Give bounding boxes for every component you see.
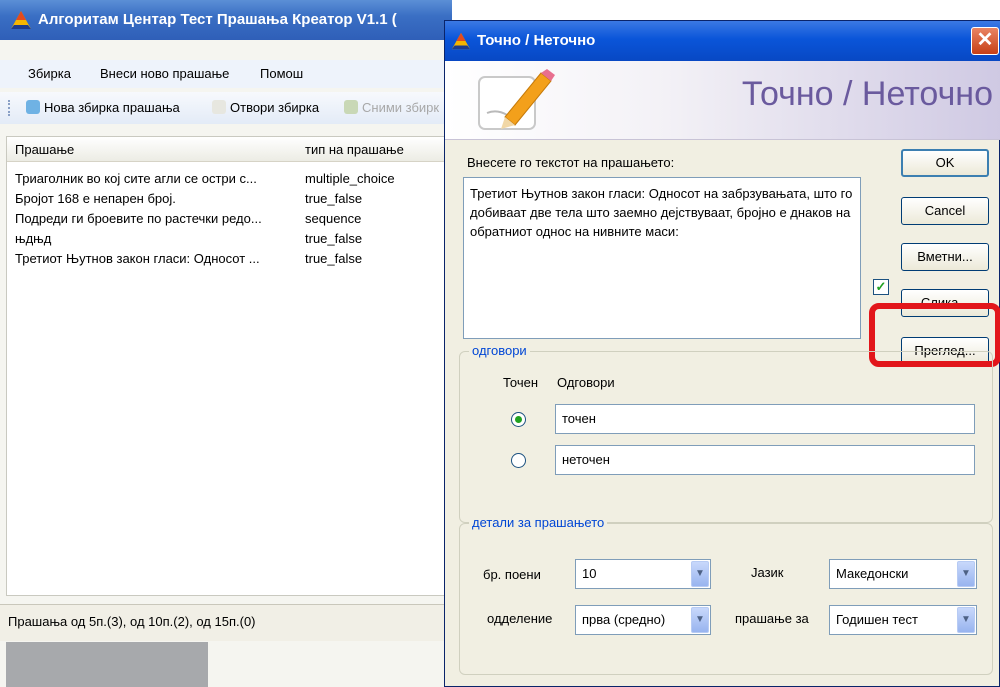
correct-column-label: Точен xyxy=(503,375,539,390)
column-type[interactable]: тип на прашање xyxy=(305,142,404,157)
status-bar: Прашања од 5п.(3), од 10п.(2), од 15п.(0… xyxy=(0,604,452,641)
status-text: Прашања од 5п.(3), од 10п.(2), од 15п.(0… xyxy=(8,614,256,629)
list-item-question: Подреди ги броевите по растечки редо... xyxy=(15,211,262,226)
image-checkbox[interactable]: ✓ xyxy=(873,279,889,295)
list-item-question: Триаголник во кој сите агли се остри с..… xyxy=(15,171,257,186)
column-question[interactable]: Прашање xyxy=(15,142,74,157)
answer-radio-incorrect[interactable] xyxy=(511,453,526,468)
new-collection-icon xyxy=(26,100,40,114)
list-item-type: true_false xyxy=(305,231,363,246)
main-title-bar[interactable]: Алгоритам Центар Тест Прашања Креатор V1… xyxy=(0,0,452,40)
dialog-banner: Точно / Неточно xyxy=(445,61,1000,140)
menu-help[interactable]: Помош xyxy=(260,66,303,81)
details-legend: детали за прашањето xyxy=(469,515,608,530)
questions-list[interactable]: Прашање тип на прашање Триаголник во кој… xyxy=(6,136,454,596)
save-collection-label: Сними збирк xyxy=(362,100,440,115)
toolbar-grip xyxy=(8,100,12,116)
open-collection-label: Отвори збирка xyxy=(230,100,320,115)
list-item-type: true_false xyxy=(305,251,363,266)
points-label: бр. поени xyxy=(483,567,541,582)
grade-value: прва (средно) xyxy=(582,612,666,627)
question-for-value: Годишен тест xyxy=(836,612,918,627)
menu-new-question[interactable]: Внеси ново прашање xyxy=(100,66,229,81)
list-item[interactable]: Подреди ги броевите по растечки редо... … xyxy=(7,209,453,229)
banner-title: Точно / Неточно xyxy=(741,75,993,113)
points-select[interactable]: 10 ▼ xyxy=(575,559,711,589)
chevron-down-icon[interactable]: ▼ xyxy=(691,607,709,633)
true-false-dialog: Точно / Неточно ✕ Точно / Неточно Внесет… xyxy=(444,20,1000,687)
pencil-paper-icon xyxy=(478,69,555,130)
list-item-question: Третиот Њутнов закон гласи: Односот ... xyxy=(15,251,260,266)
list-item-type: sequence xyxy=(305,211,362,226)
grade-select[interactable]: прва (средно) ▼ xyxy=(575,605,711,635)
question-text-label: Внесете го текстот на прашањето: xyxy=(467,155,675,170)
list-item[interactable]: Третиот Њутнов закон гласи: Односот ... … xyxy=(7,249,453,269)
language-label: Јазик xyxy=(751,565,784,580)
dialog-title: Точно / Неточно xyxy=(477,32,596,49)
close-button[interactable]: ✕ xyxy=(971,27,999,55)
chevron-down-icon[interactable]: ▼ xyxy=(957,561,975,587)
list-item-question: њдњд xyxy=(15,231,52,246)
answer-radio-correct[interactable] xyxy=(511,412,526,427)
grade-label: одделение xyxy=(487,611,553,626)
toolbar: Нова збирка прашања Отвори збирка Сними … xyxy=(0,92,452,124)
answer-field[interactable]: точен xyxy=(555,404,975,434)
answers-legend: одговори xyxy=(469,343,530,358)
points-value: 10 xyxy=(582,566,597,581)
new-collection-label: Нова збирка прашања xyxy=(44,100,180,115)
language-select[interactable]: Македонски ▼ xyxy=(829,559,977,589)
open-folder-icon xyxy=(212,100,226,114)
menu-collection[interactable]: Збирка xyxy=(28,66,71,81)
list-header: Прашање тип на прашање xyxy=(7,137,453,162)
main-window-title: Алгоритам Центар Тест Прашања Креатор V1… xyxy=(38,11,397,28)
cancel-button[interactable]: Cancel xyxy=(901,197,989,225)
ok-button[interactable]: OK xyxy=(901,149,989,177)
answers-column-label: Одговори xyxy=(557,375,615,390)
main-window: Алгоритам Центар Тест Прашања Креатор V1… xyxy=(0,0,454,687)
list-item-type: multiple_choice xyxy=(305,171,395,186)
list-item[interactable]: њдњд true_false xyxy=(7,229,453,249)
list-item[interactable]: Бројот 168 е непарен број. true_false xyxy=(7,189,453,209)
radio-selected-dot xyxy=(515,416,522,423)
question-for-label: прашање за xyxy=(735,611,809,626)
app-logo-icon xyxy=(451,32,471,50)
empty-panel xyxy=(6,642,208,687)
app-logo-icon xyxy=(11,11,31,29)
list-item-question: Бројот 168 е непарен број. xyxy=(15,191,176,206)
new-collection-button[interactable]: Нова збирка прашања xyxy=(26,100,180,115)
question-text-area[interactable]: Третиот Њутнов закон гласи: Односот на з… xyxy=(463,177,861,339)
chevron-down-icon[interactable]: ▼ xyxy=(957,607,975,633)
list-item-type: true_false xyxy=(305,191,363,206)
answers-group xyxy=(459,351,993,523)
open-collection-button[interactable]: Отвори збирка xyxy=(212,100,319,115)
answer-field[interactable]: неточен xyxy=(555,445,975,475)
list-item[interactable]: Триаголник во кој сите агли се остри с..… xyxy=(7,169,453,189)
save-icon xyxy=(344,100,358,114)
dialog-title-bar[interactable]: Точно / Неточно ✕ xyxy=(445,21,1000,61)
chevron-down-icon[interactable]: ▼ xyxy=(691,561,709,587)
question-for-select[interactable]: Годишен тест ▼ xyxy=(829,605,977,635)
save-collection-button[interactable]: Сними збирк xyxy=(344,100,439,115)
language-value: Македонски xyxy=(836,566,909,581)
close-icon: ✕ xyxy=(976,29,994,51)
menu-bar: Збирка Внеси ново прашање Помош xyxy=(0,60,452,88)
question-details-group xyxy=(459,523,993,675)
insert-button[interactable]: Вметни... xyxy=(901,243,989,271)
